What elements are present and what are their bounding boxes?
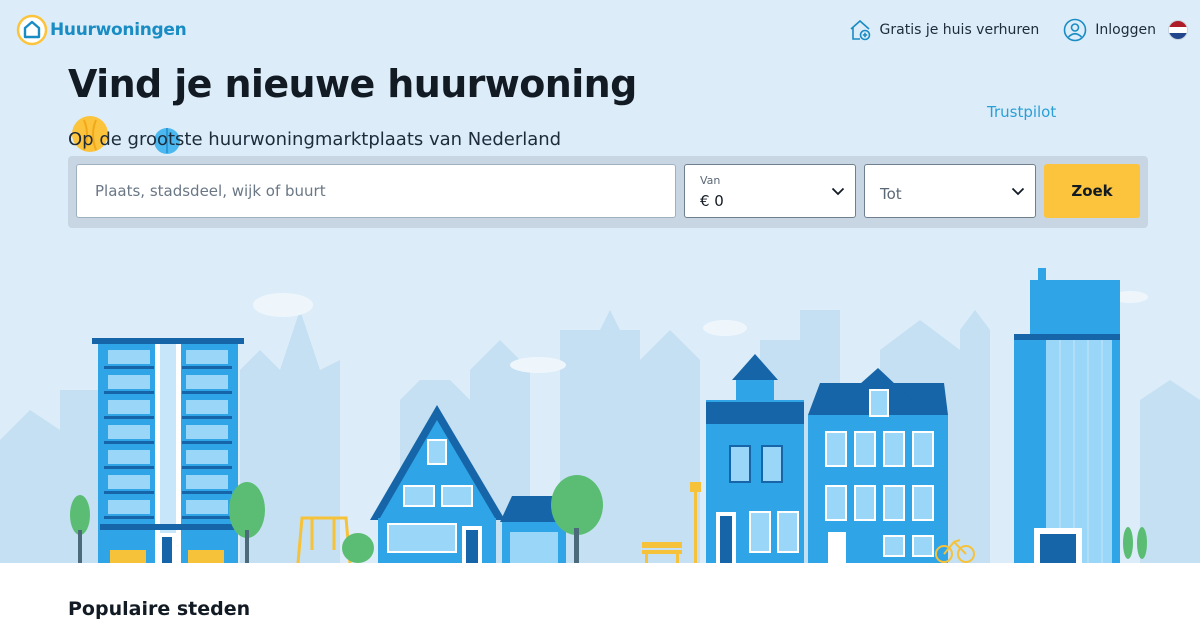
top-nav: Gratis je huis verhuren Inloggen bbox=[824, 16, 1188, 44]
site-logo[interactable]: Huurwoningen bbox=[16, 14, 187, 46]
netherlands-flag-icon[interactable] bbox=[1168, 20, 1188, 40]
chevron-down-icon bbox=[1011, 187, 1025, 196]
trustpilot-link[interactable]: Trustpilot bbox=[987, 103, 1056, 121]
price-from-select[interactable]: Van € 0 bbox=[684, 164, 856, 218]
house-logo-icon bbox=[16, 14, 48, 46]
page-subtitle: Op de grootste huurwoningmarktplaats van… bbox=[68, 129, 562, 150]
rent-out-label: Gratis je huis verhuren bbox=[879, 22, 1040, 38]
user-circle-icon bbox=[1063, 18, 1087, 42]
chevron-down-icon bbox=[831, 187, 845, 196]
login-label: Inloggen bbox=[1095, 22, 1156, 38]
hero-section: Huurwoningen Gratis je huis verhuren Inl… bbox=[0, 0, 1200, 563]
city-illustration bbox=[0, 268, 1200, 563]
rent-out-link[interactable]: Gratis je huis verhuren bbox=[848, 18, 1040, 42]
price-to-placeholder: Tot bbox=[880, 185, 902, 203]
search-button[interactable]: Zoek bbox=[1044, 164, 1140, 218]
price-to-select[interactable]: Tot bbox=[864, 164, 1036, 218]
page-title: Vind je nieuwe huurwoning bbox=[68, 62, 637, 106]
popular-cities-heading: Populaire steden bbox=[68, 598, 251, 620]
location-search-input[interactable] bbox=[76, 164, 676, 218]
login-link[interactable]: Inloggen bbox=[1063, 18, 1156, 42]
house-plus-icon bbox=[850, 19, 870, 41]
price-from-value: € 0 bbox=[700, 192, 724, 210]
price-from-label: Van bbox=[700, 174, 721, 187]
search-bar: Van € 0 Tot Zoek bbox=[68, 156, 1148, 228]
logo-text: Huurwoningen bbox=[50, 20, 187, 40]
